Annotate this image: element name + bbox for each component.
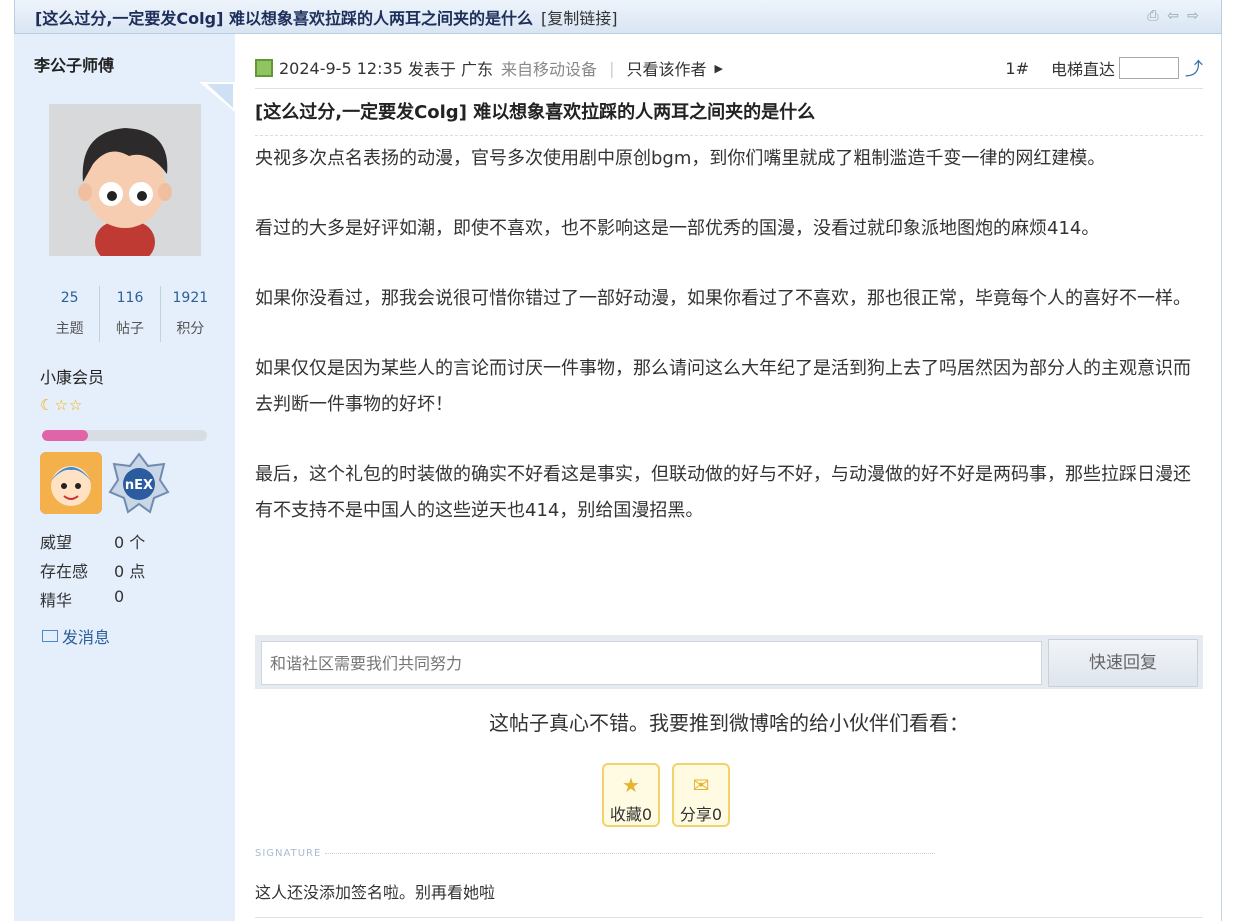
info-row: 精华 0 — [40, 587, 145, 616]
level-progress-bar — [42, 430, 207, 441]
send-message-label: 发消息 — [62, 628, 111, 647]
post-title: [这么过分,一定要发Colg] 难以想象喜欢拉踩的人两耳之间夹的是什么 — [255, 102, 816, 123]
floor-number[interactable]: 1# — [1005, 59, 1029, 78]
signature-label: SIGNATURE — [255, 848, 322, 859]
user-info: 威望 0 个 存在感 0 点 精华 0 — [40, 529, 145, 616]
post-paragraph: 看过的大多是好评如潮，即使不喜欢，也不影响这是一部优秀的国漫，没看过就印象派地图… — [255, 218, 1100, 239]
info-row: 威望 0 个 — [40, 529, 145, 558]
svg-text:nEX: nEX — [125, 478, 153, 493]
stat-points[interactable]: 1921 积分 — [161, 286, 220, 342]
medal-nex-icon[interactable]: nEX — [108, 452, 170, 514]
user-rank[interactable]: 小康会员 — [40, 364, 104, 388]
floor-tools: 1# 电梯直达 ⤴ — [1005, 52, 1203, 84]
next-thread-icon[interactable]: ⇨ — [1185, 8, 1201, 24]
star-icon: ★ — [622, 773, 640, 797]
share-buttons: ★ 收藏0 ✉ 分享0 — [602, 763, 730, 827]
post-paragraph: 如果你没看过，那我会说很可惜你错过了一部好动漫，如果你看过了不喜欢，那也很正常，… — [255, 288, 1191, 309]
meta-separator: | — [609, 58, 615, 78]
stat-topics-label: 主题 — [55, 321, 84, 337]
print-icon[interactable]: ⎙ — [1145, 8, 1161, 24]
only-author-link[interactable]: 只看该作者 — [626, 56, 706, 80]
online-status-icon — [255, 59, 273, 77]
quick-reply-button[interactable]: 快速回复 — [1048, 639, 1198, 687]
stat-posts-value: 116 — [116, 290, 144, 306]
post-paragraph: 央视多次点名表扬的动漫，官号多次使用剧中原创bgm，到你们嘴里就成了粗制滥造千变… — [255, 148, 1106, 169]
star-icon: ☆ — [68, 396, 83, 414]
stat-posts[interactable]: 116 帖子 — [100, 286, 161, 342]
copy-link-button[interactable]: [复制链接] — [541, 5, 618, 29]
info-value: 0 — [114, 587, 125, 606]
post-content: 央视多次点名表扬的动漫，官号多次使用剧中原创bgm，到你们嘴里就成了粗制滥造千变… — [255, 141, 1195, 563]
divider — [255, 135, 1203, 136]
info-value: 0 点 — [114, 562, 146, 581]
elevator-label: 电梯直达 — [1050, 60, 1115, 79]
star-icon: ☆ — [54, 396, 68, 414]
signature-divider — [325, 853, 936, 854]
thread-title: [这么过分,一定要发Colg] 难以想象喜欢拉踩的人两耳之间夹的是什么 — [35, 8, 533, 28]
stat-points-label: 积分 — [176, 321, 205, 337]
prev-thread-icon[interactable]: ⇦ — [1165, 8, 1181, 24]
rank-stars: ☾ ☆ ☆ — [40, 396, 82, 414]
medals: nEX — [40, 452, 170, 514]
level-progress-fill — [42, 430, 89, 441]
signature-header: SIGNATURE — [255, 848, 936, 859]
post-paragraph: 如果仅仅是因为某些人的言论而讨厌一件事物，那么请问这么大年纪了是活到狗上去了吗居… — [255, 358, 1191, 415]
author-name[interactable]: 李公子师傅 — [34, 52, 114, 76]
stat-posts-label: 帖子 — [115, 321, 144, 337]
post-device: 来自移动设备 — [501, 60, 598, 79]
info-key: 威望 — [40, 533, 73, 552]
post-date: 2024-9-5 12:35 — [279, 58, 403, 78]
info-key: 精华 — [40, 591, 73, 610]
divider — [255, 88, 1203, 89]
envelope-icon: ✉ — [692, 773, 710, 797]
posted-in-label: 发表于 — [407, 60, 456, 79]
post-location: 广东 — [461, 60, 494, 79]
corner-ribbon-icon — [199, 82, 235, 112]
quick-reply-input[interactable] — [261, 641, 1042, 685]
author-sidebar: 李公子师傅 25 主题 116 帖子 1921 积分 小康会员 ☾ ☆ ☆ nE… — [14, 34, 235, 921]
elevator-input[interactable] — [1119, 57, 1179, 79]
info-value: 0 个 — [114, 533, 146, 552]
thread-title-bar: [这么过分,一定要发Colg] 难以想象喜欢拉踩的人两耳之间夹的是什么 [复制链… — [14, 0, 1222, 34]
info-row: 存在感 0 点 — [40, 558, 145, 587]
info-key: 存在感 — [40, 562, 89, 581]
post-paragraph: 最后，这个礼包的时装做的确实不好看这是事实，但联动做的好与不好，与动漫做的好不好… — [255, 464, 1191, 521]
user-stats: 25 主题 116 帖子 1921 积分 — [40, 286, 220, 342]
share-button[interactable]: ✉ 分享0 — [672, 763, 730, 827]
share-prompt: 这帖子真心不错。我要推到微博啥的给小伙伴们看看： — [489, 711, 969, 735]
post-meta: 2024-9-5 12:35 发表于 广东 来自移动设备 | 只看该作者 ▶ 1… — [255, 52, 1203, 84]
mail-icon — [42, 630, 58, 642]
share-label: 分享0 — [679, 805, 723, 824]
send-message-link[interactable]: 发消息 — [42, 624, 110, 648]
favorite-label: 收藏0 — [609, 805, 653, 824]
stat-points-value: 1921 — [172, 290, 209, 306]
caret-right-icon: ▶ — [714, 61, 723, 75]
moon-icon: ☾ — [40, 396, 54, 414]
quick-reply: 快速回复 — [255, 635, 1203, 689]
stat-topics-value: 25 — [60, 290, 79, 306]
divider — [255, 917, 1203, 918]
avatar[interactable] — [49, 104, 201, 256]
jump-go-icon[interactable]: ⤴ — [1185, 55, 1203, 81]
signature-text: 这人还没添加签名啦。别再看她啦 — [255, 883, 496, 902]
favorite-button[interactable]: ★ 收藏0 — [602, 763, 660, 827]
medal-character-icon[interactable] — [40, 452, 102, 514]
stat-topics[interactable]: 25 主题 — [40, 286, 101, 342]
